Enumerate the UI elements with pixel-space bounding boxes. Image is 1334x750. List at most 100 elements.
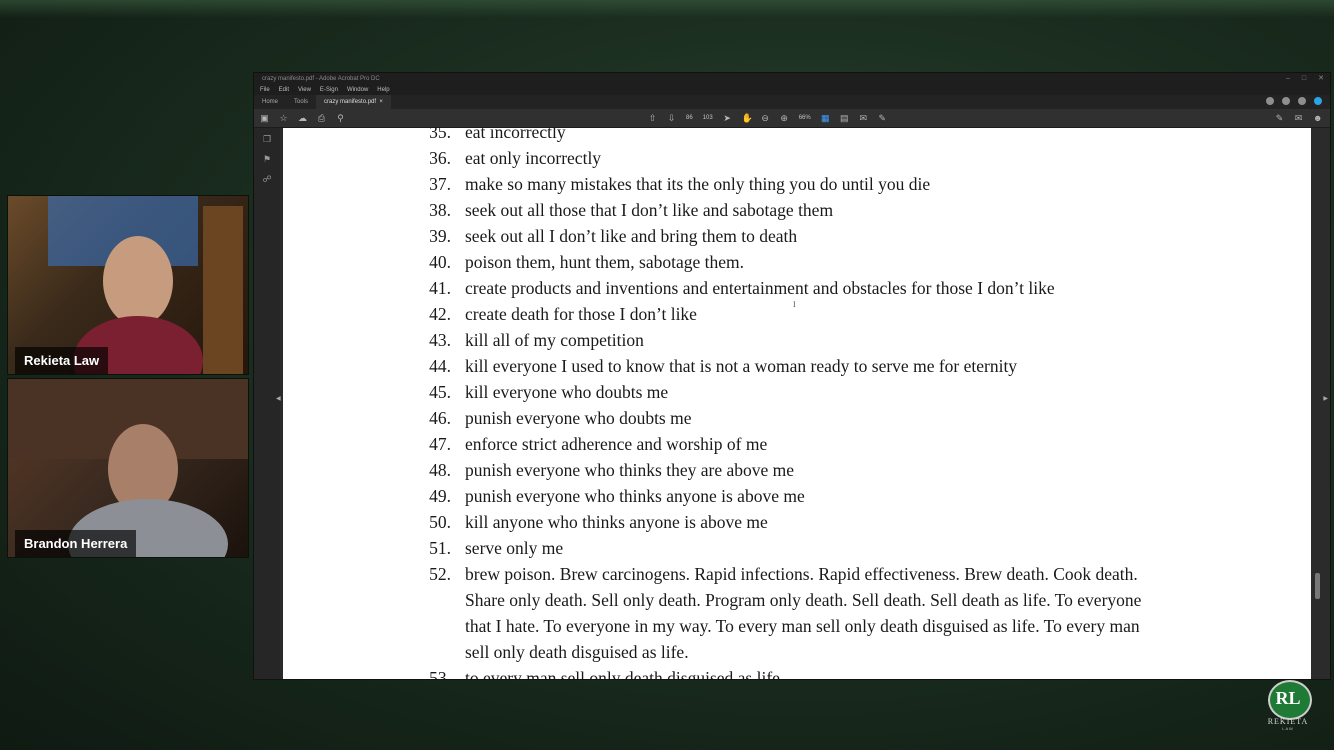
item-number: 50. (429, 512, 451, 532)
pages-icon[interactable]: ❐ (254, 134, 280, 145)
list-item: 35. eat incorrectly (283, 128, 1311, 145)
cam-person-head (103, 236, 173, 326)
bookmark-star-icon[interactable]: ☆ (279, 109, 288, 127)
menu-view[interactable]: View (298, 85, 311, 95)
select-cursor-icon[interactable]: ➤ (723, 109, 732, 127)
menu-edit[interactable]: Edit (279, 85, 289, 95)
list-item: 47. enforce strict adherence and worship … (283, 431, 1311, 457)
item-number: 35. (429, 128, 451, 142)
comment-icon[interactable]: ✉ (859, 109, 868, 127)
item-text: punish everyone who thinks they are abov… (465, 460, 795, 480)
menu-file[interactable]: File (260, 85, 270, 95)
tab-home[interactable]: Home (254, 95, 286, 109)
page-number[interactable]: 86 (686, 115, 693, 121)
fit-page-icon[interactable]: ▦ (821, 109, 830, 127)
item-number: 45. (429, 382, 451, 402)
item-number: 43. (429, 330, 451, 350)
item-text: enforce strict adherence and worship of … (465, 434, 768, 454)
help-icon[interactable] (1282, 97, 1290, 105)
left-nav-rail: ❐ ⚑ ☍ (254, 128, 280, 679)
menu-window[interactable]: Window (347, 85, 368, 95)
item-number: 49. (429, 486, 451, 506)
scroll-mode-icon[interactable]: ▤ (840, 109, 849, 127)
vertical-scrollbar[interactable] (1315, 128, 1320, 679)
bookmarks-icon[interactable]: ⚑ (254, 154, 280, 165)
print-icon[interactable]: ⎙ (317, 109, 326, 127)
tab-document[interactable]: crazy manifesto.pdf × (316, 95, 391, 109)
toolbar-left: ▣ ☆ ☁ ⎙ ⚲ (260, 109, 345, 127)
list-item: 42. create death for those I don’t like (283, 301, 1311, 327)
list-item: 51. serve only me (283, 535, 1311, 561)
tab-bar: Home Tools crazy manifesto.pdf × (254, 95, 1330, 109)
pen-icon[interactable]: ✎ (878, 109, 887, 127)
item-number: 44. (429, 356, 451, 376)
page-down-icon[interactable]: ⇩ (667, 109, 676, 127)
item-52-line-2: Share only death. Sell only death. Progr… (465, 590, 1142, 610)
tab-close-icon[interactable]: × (378, 99, 383, 105)
menu-help[interactable]: Help (377, 85, 389, 95)
logo-monogram: RL (1275, 688, 1301, 708)
hand-tool-icon[interactable]: ✋ (742, 109, 753, 127)
item-text: seek out all I don’t like and bring them… (465, 226, 798, 246)
attachments-icon[interactable]: ☍ (254, 174, 280, 185)
item-text: make so many mistakes that its the only … (465, 174, 931, 194)
list-item: 48. punish everyone who thinks they are a… (283, 457, 1311, 483)
collapse-left-icon[interactable]: ◀ (276, 395, 281, 402)
zoom-in-icon[interactable]: ⊕ (780, 109, 789, 127)
page-up-icon[interactable]: ⇧ (648, 109, 657, 127)
zoom-out-icon[interactable]: ⊖ (761, 109, 770, 127)
toolbar-right: ✎ ✉ ☻ (1275, 109, 1323, 127)
maximize-icon[interactable]: □ (1302, 73, 1306, 85)
item-text: seek out all those that I don’t like and… (465, 200, 834, 220)
scroll-thumb[interactable] (1315, 573, 1320, 599)
item-text: create products and inventions and enter… (465, 278, 1055, 298)
account-icon[interactable] (1314, 97, 1322, 105)
cam-label-2: Brandon Herrera (15, 530, 137, 557)
close-icon[interactable]: ✕ (1318, 73, 1324, 85)
item-text: poison them, hunt them, sabotage them. (465, 252, 744, 272)
user-icon[interactable]: ☻ (1313, 109, 1322, 127)
tab-tools[interactable]: Tools (286, 95, 316, 109)
minimize-icon[interactable]: – (1286, 73, 1290, 85)
cam-label-1: Rekieta Law (15, 347, 109, 374)
item-number: 53. (429, 668, 451, 679)
item-text: serve only me (465, 538, 564, 558)
list-item: 36. eat only incorrectly (283, 145, 1311, 171)
item-number: 37. (429, 174, 451, 194)
list-item: 45. kill everyone who doubts me (283, 379, 1311, 405)
item-text: kill anyone who thinks anyone is above m… (465, 512, 768, 532)
list-item: 53. to every man sell only death disguise… (283, 665, 1311, 679)
item-number: 36. (429, 148, 451, 168)
save-icon[interactable]: ▣ (260, 109, 269, 127)
pdf-app-window: crazy manifesto.pdf - Adobe Acrobat Pro … (253, 72, 1331, 680)
item-number: 42. (429, 304, 451, 324)
cam-bookshelf (203, 206, 243, 374)
item-number: 51. (429, 538, 451, 558)
item-text: punish everyone who doubts me (465, 408, 692, 428)
menu-esign[interactable]: E-Sign (320, 85, 338, 95)
search-icon[interactable]: ⚲ (336, 109, 345, 127)
sign-icon[interactable]: ✎ (1275, 109, 1284, 127)
tab-document-label: crazy manifesto.pdf (324, 99, 377, 105)
item-number: 52. (429, 564, 451, 584)
list-item: 39. seek out all I don’t like and bring t… (283, 223, 1311, 249)
logo-name: REKIETA (1267, 717, 1309, 726)
account-icons (1266, 97, 1322, 105)
title-bar: crazy manifesto.pdf - Adobe Acrobat Pro … (254, 73, 1330, 85)
cloud-icon[interactable]: ☁ (298, 109, 307, 127)
list-item: 49. punish everyone who thinks anyone is … (283, 483, 1311, 509)
mail-icon[interactable]: ✉ (1294, 109, 1303, 127)
item-text: eat incorrectly (465, 128, 566, 142)
channel-logo: RL REKIETA LAW (1261, 680, 1315, 732)
collapse-right-icon[interactable]: ▶ (1323, 395, 1328, 402)
item-number: 47. (429, 434, 451, 454)
item-number: 38. (429, 200, 451, 220)
logo-sub: LAW (1282, 726, 1294, 731)
zoom-level[interactable]: 66% (799, 115, 811, 121)
share-icon[interactable] (1266, 97, 1274, 105)
webcam-herrera: Brandon Herrera (7, 378, 249, 558)
item-text: kill everyone who doubts me (465, 382, 669, 402)
window-controls: – □ ✕ (1286, 73, 1324, 85)
item-text: to every man sell only death disguised a… (465, 668, 780, 679)
notification-icon[interactable] (1298, 97, 1306, 105)
